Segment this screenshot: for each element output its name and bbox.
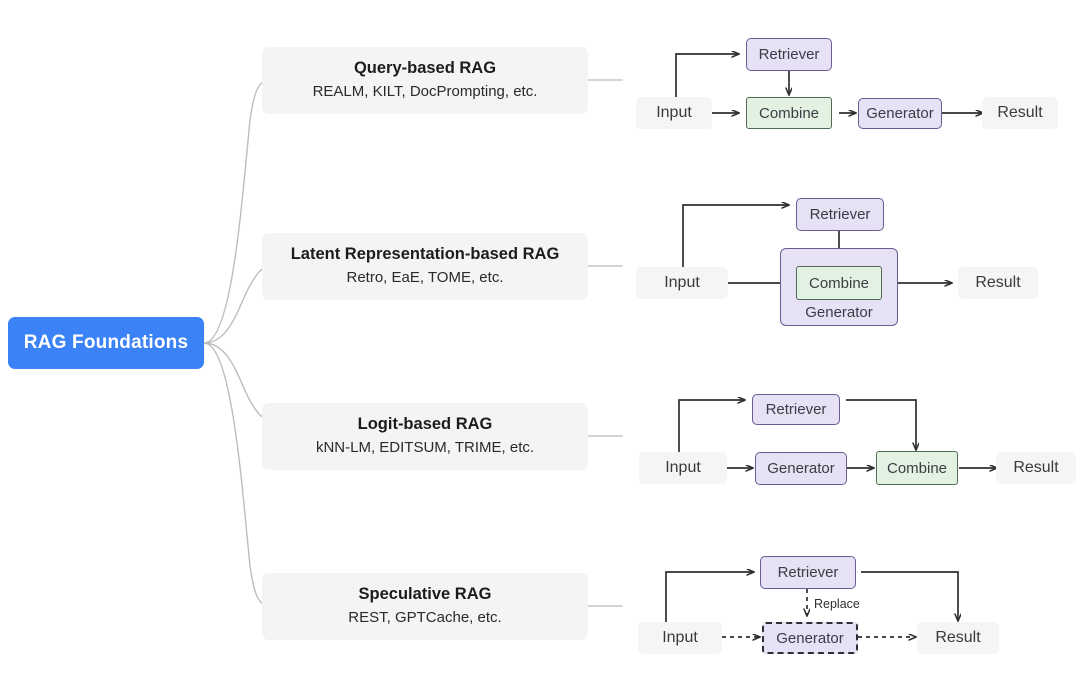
node-combine[interactable]: Combine [746, 97, 832, 129]
node-combine[interactable]: Combine [796, 266, 882, 300]
node-input[interactable]: Input [636, 267, 728, 299]
node-label: Result [997, 104, 1043, 121]
branch-curve-2 [203, 265, 269, 344]
node-retriever[interactable]: Retriever [746, 38, 832, 71]
topic-title: Speculative RAG [358, 585, 492, 604]
branch-curve-4 [203, 342, 269, 607]
topic-title: Query-based RAG [353, 59, 497, 78]
edge-retriever-combine [846, 399, 916, 450]
node-result[interactable]: Result [917, 622, 999, 654]
edge-input-retriever [682, 205, 789, 270]
node-label: Generator [776, 629, 844, 647]
node-label: Input [665, 459, 701, 476]
node-label: Retriever [777, 564, 839, 581]
node-label: Result [935, 629, 981, 646]
topic-subtitle: Retro, EaE, TOME, etc. [346, 269, 504, 287]
branch-curve-3 [203, 342, 269, 421]
edge-label-replace: Replace [814, 597, 860, 611]
topic-subtitle: REALM, KILT, DocPrompting, etc. [312, 83, 538, 101]
edge-input-retriever [678, 400, 745, 456]
node-label: Input [662, 629, 698, 646]
node-input[interactable]: Input [638, 622, 722, 654]
node-label: Generator [767, 460, 835, 477]
node-retriever[interactable]: Retriever [760, 556, 856, 589]
mindmap-canvas: RAG Foundations Query-based RAG REALM, K… [0, 0, 1080, 692]
node-label: Combine [758, 104, 820, 122]
topic-box-speculative-rag[interactable]: Speculative RAG REST, GPTCache, etc. [262, 573, 588, 640]
node-label: Retriever [809, 206, 871, 223]
node-label: Retriever [765, 401, 827, 418]
topic-title: Latent Representation-based RAG [290, 245, 560, 264]
root-node-label: RAG Foundations [23, 332, 189, 353]
node-result[interactable]: Result [996, 452, 1076, 484]
root-node-rag-foundations[interactable]: RAG Foundations [8, 317, 204, 369]
topic-subtitle: kNN-LM, EDITSUM, TRIME, etc. [315, 439, 535, 457]
edge-input-retriever [665, 572, 754, 625]
node-label: Input [656, 104, 692, 121]
node-label: Generator [866, 105, 934, 122]
node-label: Input [664, 274, 700, 291]
edge-input-retriever [675, 54, 739, 100]
node-label: Generator [805, 304, 873, 321]
topic-box-latent-representation-based-rag[interactable]: Latent Representation-based RAG Retro, E… [262, 233, 588, 300]
node-label: Retriever [758, 46, 820, 63]
edge-retriever-result [861, 571, 958, 621]
topic-box-query-based-rag[interactable]: Query-based RAG REALM, KILT, DocPromptin… [262, 47, 588, 114]
node-result[interactable]: Result [958, 267, 1038, 299]
topic-subtitle: REST, GPTCache, etc. [348, 609, 502, 627]
topic-box-logit-based-rag[interactable]: Logit-based RAG kNN-LM, EDITSUM, TRIME, … [262, 403, 588, 470]
node-input[interactable]: Input [636, 97, 712, 129]
node-generator[interactable]: Generator [762, 622, 858, 654]
node-result[interactable]: Result [982, 97, 1058, 129]
node-combine[interactable]: Combine [876, 451, 958, 485]
node-label: Result [1013, 459, 1059, 476]
node-retriever[interactable]: Retriever [752, 394, 840, 425]
branch-curve-1 [203, 79, 269, 344]
node-label: Combine [808, 274, 870, 292]
topic-title: Logit-based RAG [357, 415, 493, 434]
node-retriever[interactable]: Retriever [796, 198, 884, 231]
node-label: Combine [886, 459, 948, 477]
node-input[interactable]: Input [639, 452, 727, 484]
node-label: Result [975, 274, 1021, 291]
node-generator[interactable]: Generator [858, 98, 942, 129]
node-generator[interactable]: Generator [755, 452, 847, 485]
